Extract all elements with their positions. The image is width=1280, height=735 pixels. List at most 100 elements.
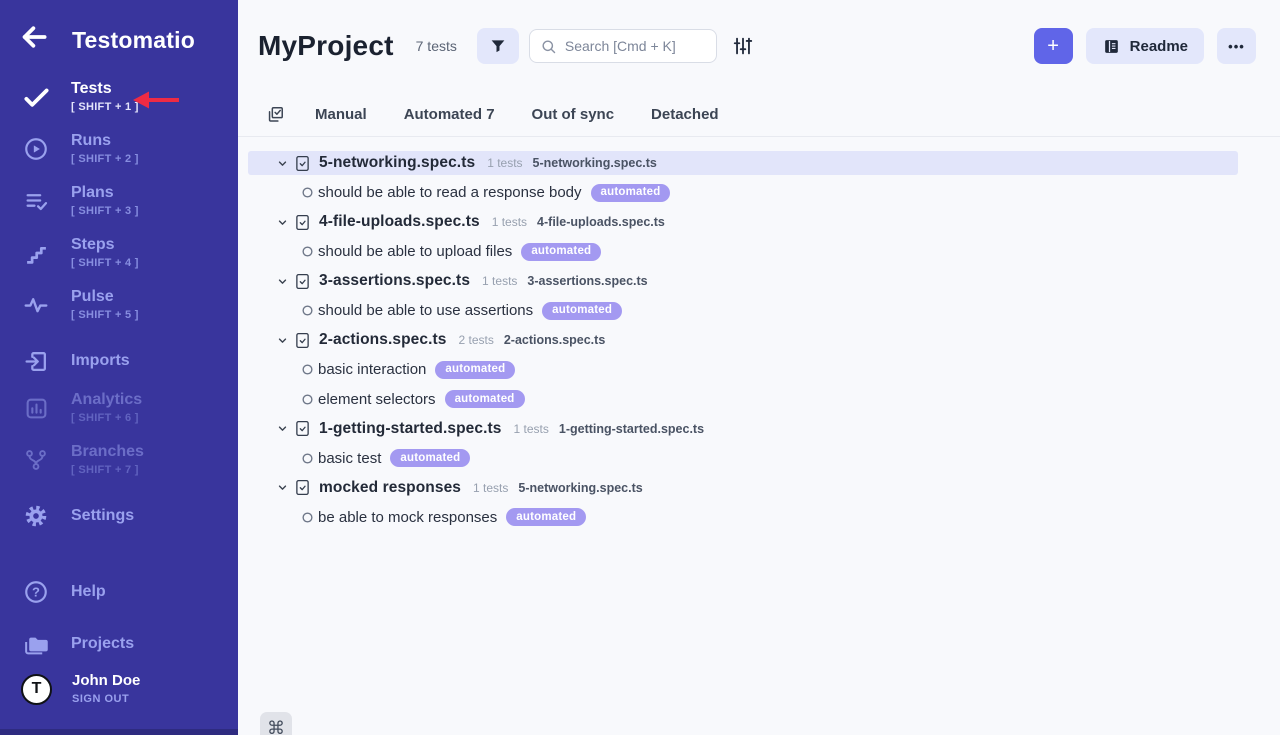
sidebar-item-steps[interactable]: Steps [ SHIFT + 4 ] <box>0 236 238 270</box>
sidebar-item-label: Imports <box>71 352 130 370</box>
test-status-icon <box>302 305 313 316</box>
test-group-row[interactable]: 5-networking.spec.ts 1 tests 5-networkin… <box>248 151 1238 175</box>
test-status-icon <box>302 187 313 198</box>
arrow-left-icon <box>18 22 50 52</box>
git-branch-icon <box>22 446 50 474</box>
tests-count: 7 tests <box>416 38 457 54</box>
sidebar-item-projects[interactable]: Projects <box>0 630 238 658</box>
sidebar-item-label: Plans <box>71 184 139 202</box>
sidebar-item-shortcut: [ SHIFT + 2 ] <box>71 152 139 166</box>
test-name: basic interaction <box>318 361 426 378</box>
group-file-path: 4-file-uploads.spec.ts <box>537 215 665 229</box>
sidebar-item-imports[interactable]: Imports <box>0 347 238 375</box>
group-name: 4-file-uploads.spec.ts <box>319 213 480 231</box>
sidebar-item-runs[interactable]: Runs [ SHIFT + 2 ] <box>0 132 238 166</box>
test-status-icon <box>302 512 313 523</box>
group-file-path: 5-networking.spec.ts <box>533 156 657 170</box>
group-file-path: 2-actions.spec.ts <box>504 333 605 347</box>
group-name: mocked responses <box>319 479 461 497</box>
help-circle-icon: ? <box>22 578 50 606</box>
filter-button[interactable] <box>477 28 519 64</box>
sidebar: Testomatio Tests [ SHIFT + 1 ] Runs [ SH… <box>0 0 238 735</box>
check-icon <box>22 83 50 111</box>
chevron-down-icon[interactable] <box>276 334 289 347</box>
test-group-row[interactable]: 3-assertions.spec.ts 1 tests 3-assertion… <box>248 269 1238 293</box>
automated-badge: automated <box>542 302 622 320</box>
sidebar-item-label: Pulse <box>71 288 139 306</box>
test-row[interactable]: basic interaction automated <box>248 358 1238 382</box>
sidebar-item-pulse[interactable]: Pulse [ SHIFT + 5 ] <box>0 288 238 322</box>
chevron-down-icon[interactable] <box>276 422 289 435</box>
readme-button[interactable]: Readme <box>1086 28 1204 64</box>
test-group-row[interactable]: 4-file-uploads.spec.ts 1 tests 4-file-up… <box>248 210 1238 234</box>
readme-label: Readme <box>1130 38 1188 55</box>
file-check-icon <box>295 479 310 496</box>
select-all-icon <box>266 105 285 124</box>
test-group-row[interactable]: mocked responses 1 tests 5-networking.sp… <box>248 476 1238 500</box>
test-row[interactable]: element selectors automated <box>248 387 1238 411</box>
tab-manual[interactable]: Manual <box>315 106 367 123</box>
avatar: T <box>21 674 52 705</box>
test-status-icon <box>302 394 313 405</box>
test-row[interactable]: should be able to upload files automated <box>248 240 1238 264</box>
chevron-down-icon[interactable] <box>276 275 289 288</box>
sidebar-item-plans[interactable]: Plans [ SHIFT + 3 ] <box>0 184 238 218</box>
automated-badge: automated <box>390 449 470 467</box>
list-check-icon <box>22 187 50 215</box>
test-row[interactable]: should be able to read a response body a… <box>248 181 1238 205</box>
chevron-down-icon[interactable] <box>276 481 289 494</box>
book-icon <box>1102 37 1121 56</box>
test-group-row[interactable]: 1-getting-started.spec.ts 1 tests 1-gett… <box>248 417 1238 441</box>
test-row[interactable]: basic test automated <box>248 446 1238 470</box>
group-name: 2-actions.spec.ts <box>319 331 446 349</box>
sidebar-item-shortcut: [ SHIFT + 3 ] <box>71 204 139 218</box>
automated-badge: automated <box>521 243 601 261</box>
search-input[interactable] <box>565 38 706 54</box>
test-status-icon <box>302 364 313 375</box>
sidebar-item-shortcut: [ SHIFT + 1 ] <box>71 100 139 114</box>
sidebar-item-label: Branches <box>71 443 144 461</box>
sidebar-item-label: Analytics <box>71 391 142 409</box>
magnifier-icon <box>540 38 557 55</box>
user-name: John Doe <box>72 672 140 689</box>
group-file-path: 1-getting-started.spec.ts <box>559 422 704 436</box>
sidebar-item-branches[interactable]: Branches [ SHIFT + 7 ] <box>0 443 238 477</box>
group-name: 5-networking.spec.ts <box>319 154 475 172</box>
sidebar-collapse-button[interactable] <box>18 22 50 52</box>
chevron-down-icon[interactable] <box>276 216 289 229</box>
sidebar-item-label: Help <box>71 583 106 601</box>
sidebar-item-analytics[interactable]: Analytics [ SHIFT + 6 ] <box>0 391 238 425</box>
select-all-button[interactable] <box>266 105 285 124</box>
play-circle-icon <box>22 135 50 163</box>
tab-out-of-sync[interactable]: Out of sync <box>532 106 615 123</box>
app-logo: Testomatio <box>72 27 195 54</box>
sidebar-item-help[interactable]: ? Help <box>0 578 238 606</box>
command-palette-button[interactable]: ⌘ <box>260 712 292 735</box>
group-test-count: 1 tests <box>514 422 549 436</box>
sidebar-item-shortcut: [ SHIFT + 6 ] <box>71 411 142 425</box>
add-test-button[interactable]: + <box>1034 28 1073 64</box>
file-check-icon <box>295 273 310 290</box>
test-group-row[interactable]: 2-actions.spec.ts 2 tests 2-actions.spec… <box>248 328 1238 352</box>
automated-badge: automated <box>445 390 525 408</box>
test-name: element selectors <box>318 391 436 408</box>
view-settings-button[interactable] <box>732 35 754 57</box>
sidebar-item-settings[interactable]: Settings <box>0 502 238 530</box>
tab-automated-7[interactable]: Automated 7 <box>404 106 495 123</box>
test-row[interactable]: be able to mock responses automated <box>248 505 1238 529</box>
test-name: basic test <box>318 450 381 467</box>
group-file-path: 3-assertions.spec.ts <box>527 274 647 288</box>
sidebar-item-label: Settings <box>71 507 134 525</box>
test-status-icon <box>302 453 313 464</box>
automated-badge: automated <box>591 184 671 202</box>
sign-out-link[interactable]: SIGN OUT <box>72 692 140 706</box>
sidebar-item-label: Tests <box>71 80 139 98</box>
file-check-icon <box>295 332 310 349</box>
chevron-down-icon[interactable] <box>276 157 289 170</box>
more-actions-button[interactable]: ••• <box>1217 28 1256 64</box>
tab-detached[interactable]: Detached <box>651 106 719 123</box>
test-row[interactable]: should be able to use assertions automat… <box>248 299 1238 323</box>
file-check-icon <box>295 420 310 437</box>
import-icon <box>22 347 50 375</box>
sidebar-item-tests[interactable]: Tests [ SHIFT + 1 ] <box>0 80 238 114</box>
